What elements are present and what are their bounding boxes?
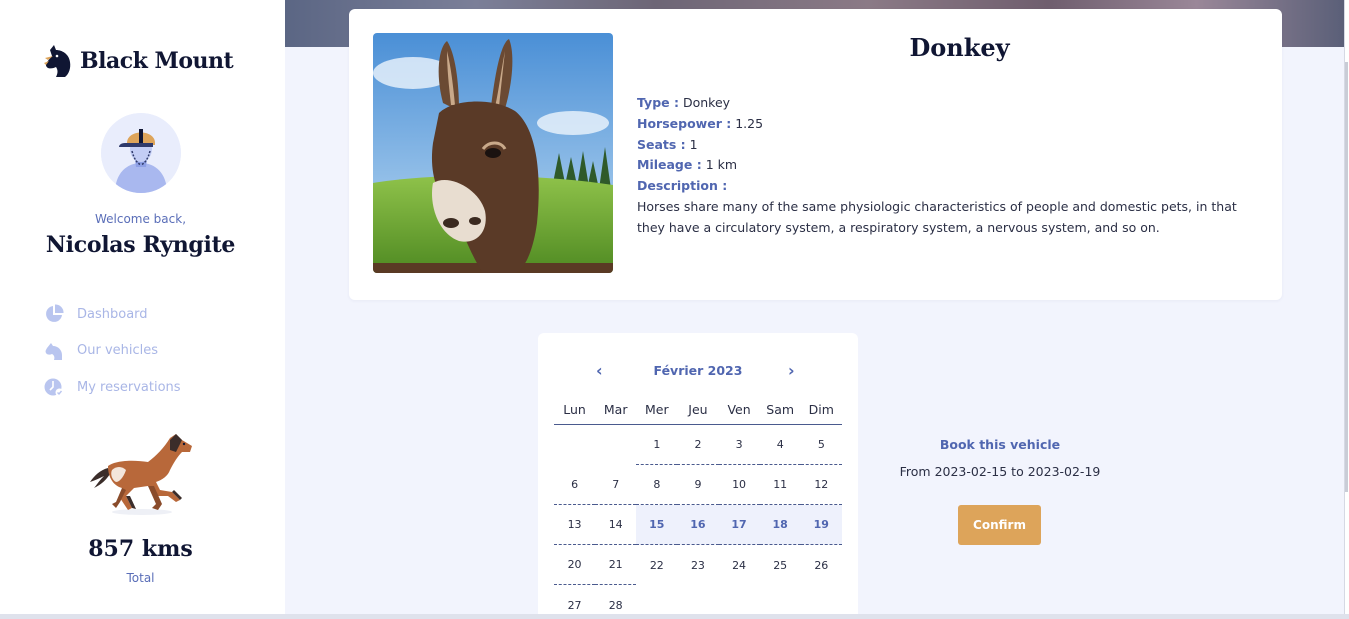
vehicle-field-horsepower: Horsepower : 1.25 — [637, 114, 1257, 135]
vehicle-field-mileage: Mileage : 1 km — [637, 155, 1257, 176]
window-bottom-edge — [0, 614, 1349, 619]
donkey-photo-image — [373, 33, 613, 273]
calendar-weekday: Lun — [563, 401, 586, 417]
calendar-next-month-button[interactable]: › — [788, 361, 795, 380]
field-key: Mileage : — [637, 157, 702, 173]
vehicle-title: Donkey — [909, 33, 1010, 62]
calendar-weekday: Mer — [645, 401, 669, 417]
calendar-day[interactable]: 12 — [800, 465, 842, 505]
calendar-weekday: Dim — [808, 401, 834, 417]
sidebar-item-dashboard[interactable]: Dashboard — [44, 296, 181, 333]
calendar-day[interactable]: 2 — [677, 425, 719, 465]
field-key: Seats : — [637, 136, 686, 152]
booking-date-range: From 2023-02-15 to 2023-02-19 — [899, 464, 1101, 479]
calendar-week-row: 12345 — [554, 425, 842, 465]
sidebar-item-label: Dashboard — [77, 306, 148, 322]
sidebar: Black Mount Welcome back, Nicolas Ryngit… — [0, 0, 285, 619]
calendar-day[interactable]: 14 — [595, 505, 637, 545]
calendar-day[interactable]: 18 — [759, 505, 801, 545]
field-value: Donkey — [682, 95, 731, 110]
calendar-day[interactable]: 4 — [759, 425, 801, 465]
calendar-day[interactable]: 26 — [801, 545, 842, 585]
clock-check-icon — [44, 378, 64, 397]
calendar-day[interactable]: 17 — [718, 505, 760, 545]
calendar-day[interactable]: 3 — [718, 425, 760, 465]
calendar-day[interactable]: 11 — [759, 465, 801, 505]
confirm-button[interactable]: Confirm — [958, 505, 1041, 545]
calendar-day[interactable]: 6 — [554, 465, 596, 505]
calendar-day[interactable]: 21 — [595, 545, 637, 585]
field-value: 1 — [689, 136, 698, 152]
calendar-weekday: Ven — [727, 401, 751, 417]
vehicle-card: Donkey Type : Donkey Horsepower : 1.25 S… — [349, 9, 1282, 300]
calendar-day[interactable]: 1 — [636, 425, 678, 465]
calendar-day[interactable]: 20 — [554, 545, 596, 585]
field-value: 1.25 — [735, 115, 764, 131]
horse-icon — [45, 342, 62, 360]
calendar-week-row: 13 14 15 16 17 18 19 — [554, 505, 842, 545]
running-horse-illustration — [90, 434, 192, 515]
calendar-week-row: 20 21 22 23 24 25 26 — [554, 545, 842, 585]
calendar-day[interactable]: 7 — [595, 465, 637, 505]
calendar-day[interactable]: 24 — [719, 545, 760, 585]
sidebar-item-vehicles[interactable]: Our vehicles — [44, 333, 181, 370]
calendar-day[interactable]: 10 — [718, 465, 760, 505]
calendar-week-row: 6 7 8 9 10 11 12 — [554, 465, 842, 505]
calendar-day[interactable]: 16 — [677, 505, 719, 545]
horse-head-logo-icon — [44, 45, 71, 77]
calendar-grid: Lun Mar Mer Jeu Ven Sam Dim 1 2 3 4 5 6 7 8 9 10 11 12 13 14… — [554, 394, 842, 619]
calendar-weekday-row: Lun Mar Mer Jeu Ven Sam Dim — [554, 394, 842, 425]
calendar-weekday: Sam — [766, 401, 795, 417]
calendar-day[interactable]: 5 — [800, 425, 842, 465]
sidebar-item-label: Our vehicles — [77, 343, 159, 359]
field-key: Description : — [637, 178, 728, 194]
sidebar-item-reservations[interactable]: My reservations — [44, 369, 181, 406]
total-distance: 857 kms — [88, 536, 193, 562]
vehicle-details: Type : Donkey Horsepower : 1.25 Seats : … — [637, 93, 1257, 239]
jockey-avatar-icon — [101, 113, 181, 193]
welcome-text: Welcome back, — [94, 212, 187, 226]
calendar-empty-cell — [554, 425, 595, 465]
calendar-day[interactable]: 19 — [800, 505, 842, 545]
user-name: Nicolas Ryngite — [45, 232, 236, 258]
pie-chart-icon — [46, 304, 64, 323]
calendar-month-label: Février 2023 — [653, 363, 743, 378]
calendar-day[interactable]: 25 — [760, 545, 801, 585]
calendar-day[interactable]: 9 — [677, 465, 719, 505]
field-value: 1 km — [705, 157, 738, 173]
total-distance-label: Total — [126, 571, 155, 585]
calendar-weekday: Jeu — [688, 401, 708, 417]
calendar-empty-cell — [595, 425, 636, 465]
sidebar-item-label: My reservations — [77, 379, 181, 395]
vehicle-field-description: Description : — [637, 176, 1257, 197]
booking-title: Book this vehicle — [939, 437, 1061, 452]
field-key: Type : — [637, 95, 679, 110]
vehicle-field-type: Type : Donkey — [637, 93, 1257, 114]
vehicle-photo — [373, 33, 613, 273]
vehicle-description: Horses share many of the same physiologi… — [637, 198, 1237, 235]
calendar-weekday: Mar — [603, 401, 628, 417]
field-key: Horsepower : — [637, 115, 732, 131]
sidebar-nav: Dashboard Our vehicles My reservations — [44, 296, 181, 406]
booking-calendar: ‹ Février 2023 › Lun Mar Mer Jeu Ven Sam Dim 1 2… — [538, 333, 858, 619]
calendar-day[interactable]: 23 — [677, 545, 718, 585]
brand[interactable]: Black Mount — [44, 44, 234, 78]
calendar-day[interactable]: 8 — [636, 465, 678, 505]
scrollbar-thumb[interactable] — [1345, 62, 1348, 492]
vehicle-field-seats: Seats : 1 — [637, 135, 1257, 156]
avatar — [101, 113, 181, 193]
brand-name: Black Mount — [80, 48, 234, 74]
calendar-day[interactable]: 22 — [636, 545, 677, 585]
calendar-day[interactable]: 13 — [554, 505, 596, 545]
calendar-day[interactable]: 15 — [636, 505, 678, 545]
calendar-header: ‹ Février 2023 › — [538, 361, 858, 381]
